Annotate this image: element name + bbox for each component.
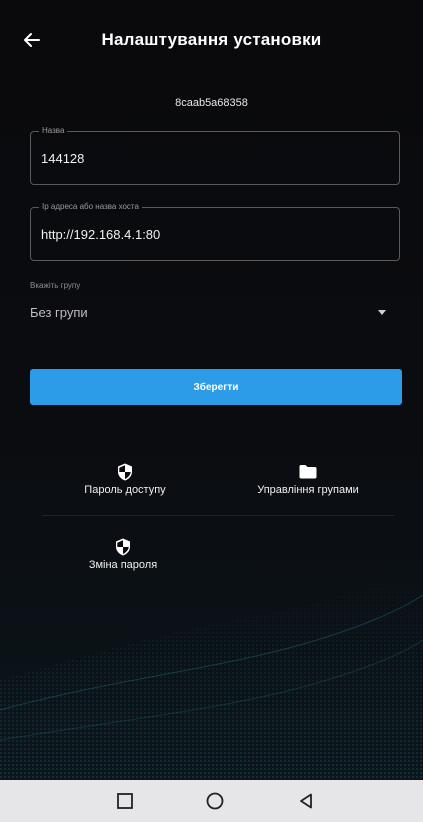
access-password-label: Пароль доступу [84, 484, 166, 496]
access-password-action[interactable]: Пароль доступу [50, 462, 200, 512]
recents-button[interactable] [113, 789, 137, 813]
screen: Налаштування установки 8caab5a68358 Назв… [0, 0, 423, 822]
shield-icon [116, 538, 130, 556]
caret-down-icon [378, 310, 386, 315]
host-input[interactable] [41, 227, 381, 242]
name-field[interactable]: Назва [30, 125, 400, 185]
home-button[interactable] [203, 789, 227, 813]
page-title: Налаштування установки [101, 30, 322, 49]
group-select[interactable]: Без групи [30, 298, 400, 328]
group-select-label: Вкажіть групу [30, 281, 81, 290]
name-field-label: Назва [39, 125, 68, 137]
back-triangle-icon [300, 793, 312, 809]
name-input[interactable] [41, 151, 381, 166]
folder-icon [299, 465, 317, 479]
app-header: Налаштування установки [0, 18, 423, 62]
host-field[interactable]: Ip адреса або назва хоста [30, 201, 400, 261]
change-password-action[interactable]: Зміна пароля [48, 537, 198, 587]
app-surface: Налаштування установки 8caab5a68358 Назв… [0, 0, 423, 780]
change-password-label: Зміна пароля [88, 559, 158, 571]
save-button[interactable]: Зберегти [30, 369, 402, 405]
shield-icon [118, 463, 132, 481]
group-management-label: Управління групами [257, 484, 359, 496]
host-field-label: Ip адреса або назва хоста [39, 201, 142, 213]
group-select-value: Без групи [30, 305, 88, 320]
system-navbar [0, 780, 423, 822]
group-management-action[interactable]: Управління групами [233, 462, 383, 512]
device-id: 8caab5a68358 [175, 97, 248, 109]
wave-pattern-background [0, 560, 423, 780]
recents-square-icon [117, 793, 133, 809]
system-back-button[interactable] [294, 789, 318, 813]
actions-divider [42, 515, 395, 516]
home-circle-icon [206, 792, 224, 810]
